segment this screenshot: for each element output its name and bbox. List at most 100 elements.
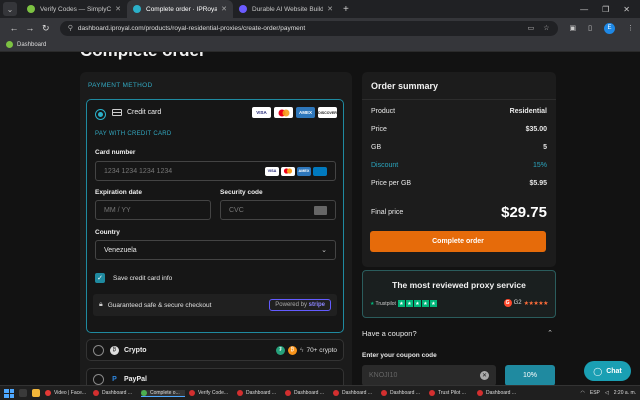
coupon-discount-badge[interactable]: 10% bbox=[505, 365, 555, 385]
address-toolbar: ← → ↻ ⚲ dashboard.iproyal.com/products/r… bbox=[0, 18, 640, 38]
taskbar-item[interactable]: Dashboard ... bbox=[333, 390, 377, 396]
expiration-input[interactable]: MM / YY bbox=[95, 200, 211, 220]
opera-icon bbox=[189, 390, 195, 396]
lightning-icon: ϟ bbox=[300, 346, 304, 354]
chat-bubble-icon: ◯ bbox=[593, 366, 603, 376]
card-number-placeholder: 1234 1234 1234 1234 bbox=[104, 167, 173, 175]
forward-arrow-icon[interactable]: → bbox=[22, 23, 38, 33]
opera-icon bbox=[45, 390, 51, 396]
powered-by-stripe-badge[interactable]: Powered by stripe bbox=[269, 299, 331, 311]
durable-favicon-icon bbox=[239, 5, 247, 13]
search-icon[interactable] bbox=[19, 389, 27, 397]
tab-iproyal[interactable]: Complete order · IPRoyal ✕ bbox=[127, 0, 233, 18]
paypal-option[interactable]: P PayPal bbox=[86, 368, 344, 385]
close-icon[interactable]: ✕ bbox=[115, 5, 121, 13]
summary-row-price: Price $35.00 bbox=[371, 126, 547, 133]
expiration-label: Expiration date bbox=[95, 189, 142, 196]
cvc-placeholder: CVC bbox=[229, 206, 244, 214]
complete-order-button[interactable]: Complete order bbox=[370, 231, 546, 252]
iproyal-favicon-icon bbox=[133, 5, 141, 13]
card-brands: VISA AMEX DISCOVER bbox=[252, 107, 337, 118]
tab-title: Verify Codes — SimplyCodes bbox=[40, 5, 112, 13]
new-tab-button[interactable]: + bbox=[343, 4, 349, 15]
paypal-radio[interactable] bbox=[93, 373, 104, 385]
language-indicator[interactable]: ESP bbox=[590, 390, 600, 396]
system-tray: ◠ ESP ◁ 2:20 a. m. bbox=[581, 390, 640, 396]
summary-row-product: Product Residential bbox=[371, 108, 547, 115]
address-bar[interactable]: ⚲ dashboard.iproyal.com/products/royal-r… bbox=[59, 20, 558, 36]
taskbar-item[interactable]: Dashboard ... bbox=[93, 390, 137, 396]
taskbar-item[interactable]: Dashboard ... bbox=[237, 390, 281, 396]
coupon-code-input[interactable]: KNOJI10 ✕ bbox=[362, 365, 496, 385]
amex-icon: AMEX bbox=[296, 107, 315, 118]
bookmark-dashboard[interactable]: Dashboard bbox=[17, 42, 46, 48]
close-window-icon[interactable]: ✕ bbox=[623, 5, 630, 14]
crypto-option[interactable]: ₿ Crypto ₮ ₿ ϟ 70+ crypto bbox=[86, 339, 344, 361]
bookmark-star-icon[interactable]: ☆ bbox=[543, 24, 549, 32]
taskbar-item-label: Dashboard ... bbox=[102, 390, 133, 396]
wifi-icon[interactable]: ◠ bbox=[581, 390, 585, 396]
close-icon[interactable]: ✕ bbox=[327, 5, 333, 13]
credit-card-radio[interactable] bbox=[95, 109, 106, 120]
reload-icon[interactable]: ↻ bbox=[38, 23, 54, 34]
taskbar-item[interactable]: Verify Code... bbox=[189, 390, 233, 396]
taskbar-item-label: Dashboard ... bbox=[486, 390, 517, 396]
g2-logo-icon: G bbox=[503, 299, 512, 307]
coupon-code-value: KNOJI10 bbox=[369, 372, 398, 379]
crypto-radio[interactable] bbox=[93, 344, 104, 356]
window-controls: — ❐ ✕ bbox=[580, 5, 640, 14]
order-summary-card: Order summary Product Residential Price … bbox=[362, 72, 556, 267]
install-app-icon[interactable]: ▭ bbox=[528, 24, 535, 32]
summary-row-gb: GB 5 bbox=[371, 144, 547, 151]
file-explorer-icon[interactable] bbox=[32, 389, 40, 397]
clear-icon[interactable]: ✕ bbox=[480, 371, 489, 380]
page-title: Complete order bbox=[80, 52, 206, 61]
taskbar-item-label: Dashboard ... bbox=[294, 390, 325, 396]
summary-value: $5.95 bbox=[529, 180, 547, 187]
reviews-banner: The most reviewed proxy service ★ Trustp… bbox=[362, 270, 556, 318]
windows-start-icon[interactable] bbox=[4, 388, 14, 398]
save-card-row[interactable]: ✓ Save credit card info bbox=[95, 273, 172, 283]
country-value: Venezuela bbox=[104, 246, 137, 254]
taskbar-item[interactable]: Dashboard ... bbox=[477, 390, 521, 396]
page-content: Complete order PAYMENT METHOD Credit car… bbox=[0, 52, 640, 385]
pay-with-card-label: PAY WITH CREDIT CARD bbox=[95, 131, 172, 137]
kebab-menu-icon[interactable]: ⋮ bbox=[627, 24, 634, 32]
card-number-input[interactable]: 1234 1234 1234 1234 VISA AMEX bbox=[95, 161, 336, 181]
taskbar-item[interactable]: Trust Pilot ... bbox=[429, 390, 473, 396]
close-icon[interactable]: ✕ bbox=[221, 5, 227, 13]
back-arrow-icon[interactable]: ← bbox=[6, 23, 22, 33]
extensions-icon[interactable]: ▣ bbox=[570, 24, 577, 32]
volume-icon[interactable]: ◁ bbox=[605, 390, 609, 396]
security-code-input[interactable]: CVC bbox=[220, 200, 336, 220]
profile-avatar[interactable]: E bbox=[603, 22, 615, 34]
chat-button[interactable]: ◯ Chat bbox=[584, 361, 631, 381]
taskbar-item[interactable]: Video | Face... bbox=[45, 390, 89, 396]
credit-card-option[interactable]: Credit card VISA AMEX DISCOVER PAY WITH … bbox=[86, 99, 344, 333]
tab-durable[interactable]: Durable AI Website Builder and... ✕ bbox=[233, 0, 339, 18]
clock[interactable]: 2:20 a. m. bbox=[614, 390, 636, 396]
summary-label: GB bbox=[371, 144, 382, 151]
coupon-code-label: Enter your coupon code bbox=[362, 352, 437, 359]
taskbar-item-label: Dashboard ... bbox=[390, 390, 421, 396]
save-card-checkbox[interactable]: ✓ bbox=[95, 273, 105, 283]
taskbar-item[interactable]: Complete o... bbox=[141, 389, 185, 397]
star-icon: ★ bbox=[405, 300, 413, 307]
taskbar-item[interactable]: Dashboard ... bbox=[381, 390, 425, 396]
site-info-icon[interactable]: ⚲ bbox=[68, 24, 73, 32]
coupon-toggle[interactable]: Have a coupon? ⌃ bbox=[362, 322, 556, 344]
cvc-card-icon bbox=[314, 205, 327, 215]
maximize-icon[interactable]: ❐ bbox=[602, 5, 609, 14]
star-icon: ★ bbox=[429, 300, 437, 307]
divider bbox=[362, 99, 556, 100]
tab-simplycodes[interactable]: Verify Codes — SimplyCodes ✕ bbox=[21, 0, 127, 18]
tab-title: Durable AI Website Builder and... bbox=[252, 5, 324, 13]
tab-search-button[interactable]: ⌄ bbox=[3, 2, 17, 16]
taskbar-item[interactable]: Dashboard ... bbox=[285, 390, 329, 396]
expiration-placeholder: MM / YY bbox=[104, 206, 131, 214]
summary-value: Residential bbox=[509, 108, 547, 115]
sidebar-icon[interactable]: ▯ bbox=[588, 24, 592, 32]
country-select[interactable]: Venezuela ⌄ bbox=[95, 240, 336, 260]
credit-card-icon bbox=[112, 109, 122, 116]
minimize-icon[interactable]: — bbox=[580, 5, 588, 14]
